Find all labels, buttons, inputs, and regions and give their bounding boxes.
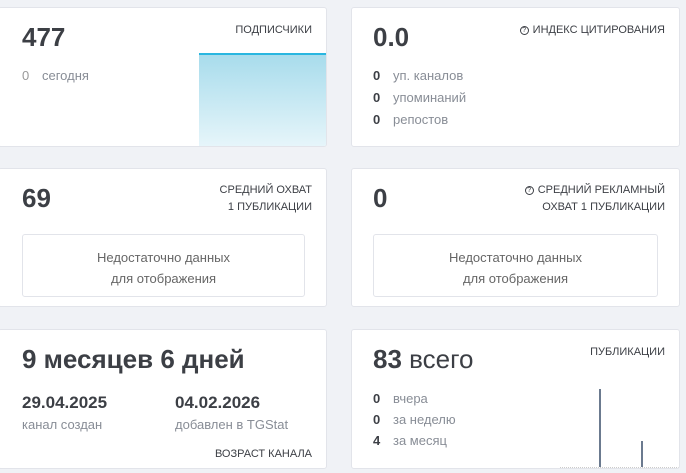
created-label: канал создан (22, 417, 103, 432)
subscribers-value: 477 (22, 22, 66, 52)
created-date: 29.04.2025 (22, 393, 108, 412)
added-label: добавлен в TGStat (175, 417, 289, 432)
avg-reach-card[interactable]: 69 СРЕДНИЙ ОХВАТ 1 ПУБЛИКАЦИИ Недостаточн… (0, 168, 327, 307)
subscribers-chart (199, 53, 326, 146)
citation-row: 0 репостов (373, 112, 449, 127)
posts-chart (560, 389, 679, 468)
channel-age-value: 9 месяцев 6 дней (22, 344, 245, 374)
no-data-message: Недостаточно данных для отображения (373, 234, 658, 297)
avg-reach-label: СРЕДНИЙ ОХВАТ 1 ПУБЛИКАЦИИ (219, 184, 312, 213)
avg-reach-value: 69 (22, 183, 51, 213)
added-date: 04.02.2026 (175, 393, 261, 412)
posts-bar (641, 441, 643, 467)
channel-age-label: ВОЗРАСТ КАНАЛА (214, 448, 312, 460)
channel-age-card[interactable]: 9 месяцев 6 дней 29.04.2025 канал создан… (0, 329, 327, 469)
citation-row: 0 упоминаний (373, 90, 467, 105)
citation-row: 0 уп. каналов (373, 68, 464, 83)
subscribers-label: ПОДПИСЧИКИ (235, 24, 312, 36)
posts-card[interactable]: 83 всего ПУБЛИКАЦИИ 0 вчера 0 за неделю 4з… (351, 329, 680, 469)
posts-value: 83 всего (373, 344, 474, 374)
citation-value: 0.0 (373, 22, 410, 52)
no-data-message: Недостаточно данных для отображения (22, 234, 305, 297)
avg-ad-reach-value: 0 (373, 183, 388, 213)
avg-ad-reach-card[interactable]: 0 ? СРЕДНИЙ РЕКЛАМНЫЙ ОХВАТ 1 ПУБЛИКАЦИИ Н… (351, 168, 680, 307)
avg-ad-reach-label: ? СРЕДНИЙ РЕКЛАМНЫЙ ОХВАТ 1 ПУБЛИКАЦИИ (524, 182, 665, 216)
posts-label: ПУБЛИКАЦИИ (590, 346, 665, 358)
posts-row: 4 за месяц (373, 433, 447, 448)
citation-card[interactable]: 0.0 ? ИНДЕКС ЦИТИРОВАНИЯ 0 уп. каналов 0 уп… (351, 7, 680, 147)
citation-label: ? ИНДЕКС ЦИТИРОВАНИЯ (519, 22, 665, 39)
posts-row: 0 вчера (373, 391, 428, 406)
subscribers-card[interactable]: 477 ПОДПИСЧИКИ 0 сегодня (0, 7, 327, 147)
posts-row: 0 за неделю (373, 412, 456, 427)
posts-bar (599, 389, 601, 467)
question-icon[interactable]: ? (519, 26, 529, 35)
question-icon[interactable]: ? (524, 186, 534, 195)
subscribers-today: 0 сегодня (22, 68, 89, 83)
